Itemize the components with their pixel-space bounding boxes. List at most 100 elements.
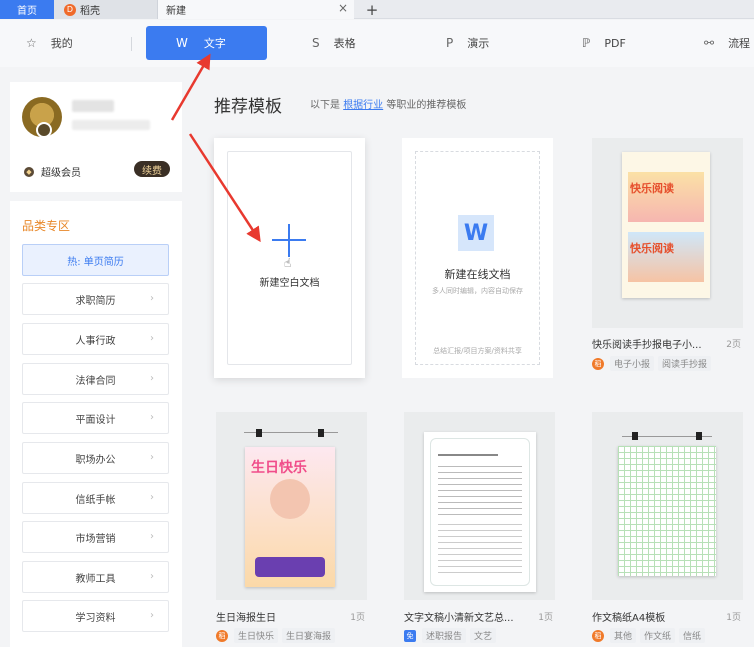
tab-daoke[interactable]: D 稻壳 bbox=[54, 0, 158, 19]
chevron-right-icon: › bbox=[150, 452, 154, 463]
category-item-job-resume[interactable]: 求职简历 › bbox=[22, 283, 169, 315]
tab-new-label: 新建 bbox=[166, 6, 186, 17]
industry-link[interactable]: 根据行业 bbox=[343, 100, 383, 111]
category-item-label: 平面设计 bbox=[75, 414, 116, 426]
avatar[interactable] bbox=[22, 97, 62, 138]
new-online-doc-card[interactable] bbox=[402, 138, 553, 378]
daoke-badge-icon: 稻 bbox=[592, 357, 604, 370]
flowchart-icon: ⚯ bbox=[704, 36, 715, 50]
nav-pdf[interactable]: ℙ PDF bbox=[582, 26, 626, 60]
template-tags: 稻 电子小报 阅读手抄报 bbox=[592, 356, 715, 371]
tag[interactable]: 述职报告 bbox=[422, 628, 467, 643]
template-name: 作文稿纸A4模板 bbox=[592, 613, 666, 624]
chevron-right-icon: › bbox=[150, 531, 154, 542]
nav-flow-label: 流程 bbox=[728, 37, 751, 50]
member-label: 超级会员 bbox=[41, 168, 81, 179]
tab-home-label: 首页 bbox=[17, 6, 37, 17]
p-ppt-icon: P bbox=[446, 36, 454, 50]
vip-gem-icon: ◆ bbox=[24, 166, 34, 177]
profile-card: ◆ 超级会员 续费 bbox=[10, 82, 182, 192]
tag[interactable]: 文艺 bbox=[470, 628, 497, 643]
nav-ppt[interactable]: P 演示 bbox=[446, 26, 489, 60]
nav-flow[interactable]: ⚯ 流程 bbox=[704, 26, 750, 60]
chevron-right-icon: › bbox=[150, 610, 154, 621]
template-card-composition[interactable]: 作文稿纸A4模板 1页 稻 其他 作文纸 信纸 bbox=[592, 412, 743, 647]
chevron-right-icon: › bbox=[150, 571, 154, 582]
new-online-doc-footer: 总结汇报/项目方案/资料共享 bbox=[433, 347, 522, 355]
renew-button[interactable]: 续费 bbox=[134, 161, 170, 177]
tag[interactable]: 信纸 bbox=[679, 628, 706, 643]
poster-image: 快乐阅读 快乐阅读 bbox=[622, 152, 710, 298]
category-item-single-resume[interactable]: 热: 单页简历 bbox=[22, 244, 169, 276]
w-doc-icon: W bbox=[176, 36, 188, 50]
user-name-blurred bbox=[72, 100, 114, 112]
category-item-hr[interactable]: 人事行政 › bbox=[22, 323, 169, 355]
tab-daoke-label: 稻壳 bbox=[80, 6, 100, 17]
tag[interactable]: 阅读手抄报 bbox=[658, 356, 712, 371]
template-pages: 1页 bbox=[350, 613, 365, 623]
daoke-badge-icon: 稻 bbox=[216, 629, 228, 642]
daoke-badge-icon: 稻 bbox=[592, 629, 604, 642]
template-thumbnail bbox=[404, 412, 555, 600]
chevron-right-icon: › bbox=[150, 333, 154, 344]
category-item-graphic[interactable]: 平面设计 › bbox=[22, 402, 169, 434]
template-tags: 稻 生日快乐 生日宴海报 bbox=[216, 628, 339, 643]
category-item-label: 信纸手帐 bbox=[75, 494, 116, 506]
category-item-teacher[interactable]: 教师工具 › bbox=[22, 561, 169, 593]
tab-home[interactable]: 首页 bbox=[0, 0, 54, 19]
template-pages: 1页 bbox=[538, 613, 553, 623]
template-thumbnail: 快乐阅读 快乐阅读 bbox=[592, 138, 743, 328]
online-doc-frame bbox=[415, 151, 540, 365]
nav-sheet-label: 表格 bbox=[333, 37, 356, 50]
category-item-label: 热: 单页简历 bbox=[67, 256, 124, 268]
category-panel: 品类专区 热: 单页简历 求职简历 › 人事行政 › 法律合同 › 平面设计 › 职场办… bbox=[10, 201, 182, 647]
daoke-logo-icon: D bbox=[64, 3, 76, 16]
doc-page-image bbox=[424, 432, 536, 592]
nav-mine[interactable]: ☆ 我的 bbox=[26, 26, 73, 60]
tag[interactable]: 其他 bbox=[610, 628, 637, 643]
nav-mine-label: 我的 bbox=[50, 37, 73, 50]
s-sheet-icon: S bbox=[312, 36, 320, 50]
template-card-reading[interactable]: 快乐阅读 快乐阅读 快乐阅读手抄报电子小... 2页 稻 电子小报 阅读手抄报 bbox=[592, 138, 743, 378]
tag[interactable]: 生日宴海报 bbox=[282, 628, 336, 643]
close-icon[interactable]: × bbox=[338, 1, 348, 15]
nav-divider bbox=[131, 37, 132, 51]
browser-tab-bar: 首页 D 稻壳 新建 × + bbox=[0, 0, 754, 19]
category-item-label: 学习资料 bbox=[75, 612, 116, 624]
tab-new[interactable]: 新建 × bbox=[158, 0, 354, 19]
category-item-study[interactable]: 学习资料 › bbox=[22, 600, 169, 632]
template-name: 生日海报生日 bbox=[216, 613, 276, 624]
category-item-label: 教师工具 bbox=[75, 573, 116, 585]
chevron-right-icon: › bbox=[150, 293, 154, 304]
category-item-stationery[interactable]: 信纸手帐 › bbox=[22, 482, 169, 514]
category-item-legal[interactable]: 法律合同 › bbox=[22, 363, 169, 395]
page-subtitle: 以下是 根据行业 等职业的推荐模板 bbox=[310, 96, 466, 111]
nav-ppt-label: 演示 bbox=[467, 37, 490, 50]
hand-cursor-icon: ☝ bbox=[284, 256, 292, 270]
template-tags: 免 述职报告 文艺 bbox=[404, 628, 500, 643]
nav-text-label: 文字 bbox=[203, 37, 226, 50]
nav-sheet[interactable]: S 表格 bbox=[312, 26, 356, 60]
chevron-right-icon: › bbox=[150, 412, 154, 423]
user-id-blurred bbox=[72, 120, 150, 130]
star-icon: ☆ bbox=[26, 36, 37, 50]
page-title: 推荐模板 bbox=[214, 97, 282, 117]
free-badge-icon: 免 bbox=[404, 629, 416, 642]
subtitle-prefix: 以下是 bbox=[310, 100, 340, 111]
template-name: 文字文稿小清新文艺总... bbox=[404, 613, 514, 624]
nav-text[interactable]: W 文字 bbox=[146, 26, 267, 60]
tag[interactable]: 电子小报 bbox=[610, 356, 655, 371]
category-item-office[interactable]: 职场办公 › bbox=[22, 442, 169, 474]
template-name: 快乐阅读手抄报电子小... bbox=[592, 340, 702, 351]
category-item-marketing[interactable]: 市场营销 › bbox=[22, 521, 169, 553]
tag[interactable]: 作文纸 bbox=[640, 628, 676, 643]
template-card-literary[interactable]: 文字文稿小清新文艺总... 1页 免 述职报告 文艺 bbox=[404, 412, 555, 647]
chevron-right-icon: › bbox=[150, 492, 154, 503]
plus-icon-vertical bbox=[288, 224, 290, 257]
template-card-birthday[interactable]: 生日快乐 生日海报生日 1页 稻 生日快乐 生日宴海报 bbox=[216, 412, 367, 647]
chevron-right-icon: › bbox=[150, 373, 154, 384]
category-item-label: 求职简历 bbox=[75, 295, 116, 307]
add-tab-button[interactable]: + bbox=[362, 0, 382, 19]
tag[interactable]: 生日快乐 bbox=[234, 628, 279, 643]
poster-image: 生日快乐 bbox=[245, 447, 335, 587]
